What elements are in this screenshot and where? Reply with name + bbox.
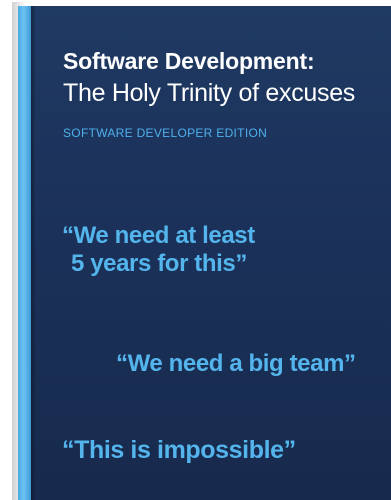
quote-five-years: “We need at least 5 years for this” <box>62 222 255 277</box>
quote-impossible: “This is impossible” <box>62 436 296 464</box>
cover-subtitle: The Holy Trinity of excuses <box>63 79 356 107</box>
book-mockup: Software Development: The Holy Trinity o… <box>0 0 391 500</box>
spine-shading <box>31 6 36 500</box>
cover-title: Software Development: <box>63 48 315 74</box>
quote-big-team: “We need a big team” <box>116 350 356 377</box>
book-spine <box>18 6 31 500</box>
book-cover: Software Development: The Holy Trinity o… <box>18 6 391 500</box>
quote-line: 5 years for this” <box>71 249 247 277</box>
quote-line: “We need at least <box>62 222 255 249</box>
edition-label: SOFTWARE DEVELOPER EDITION <box>63 126 268 140</box>
